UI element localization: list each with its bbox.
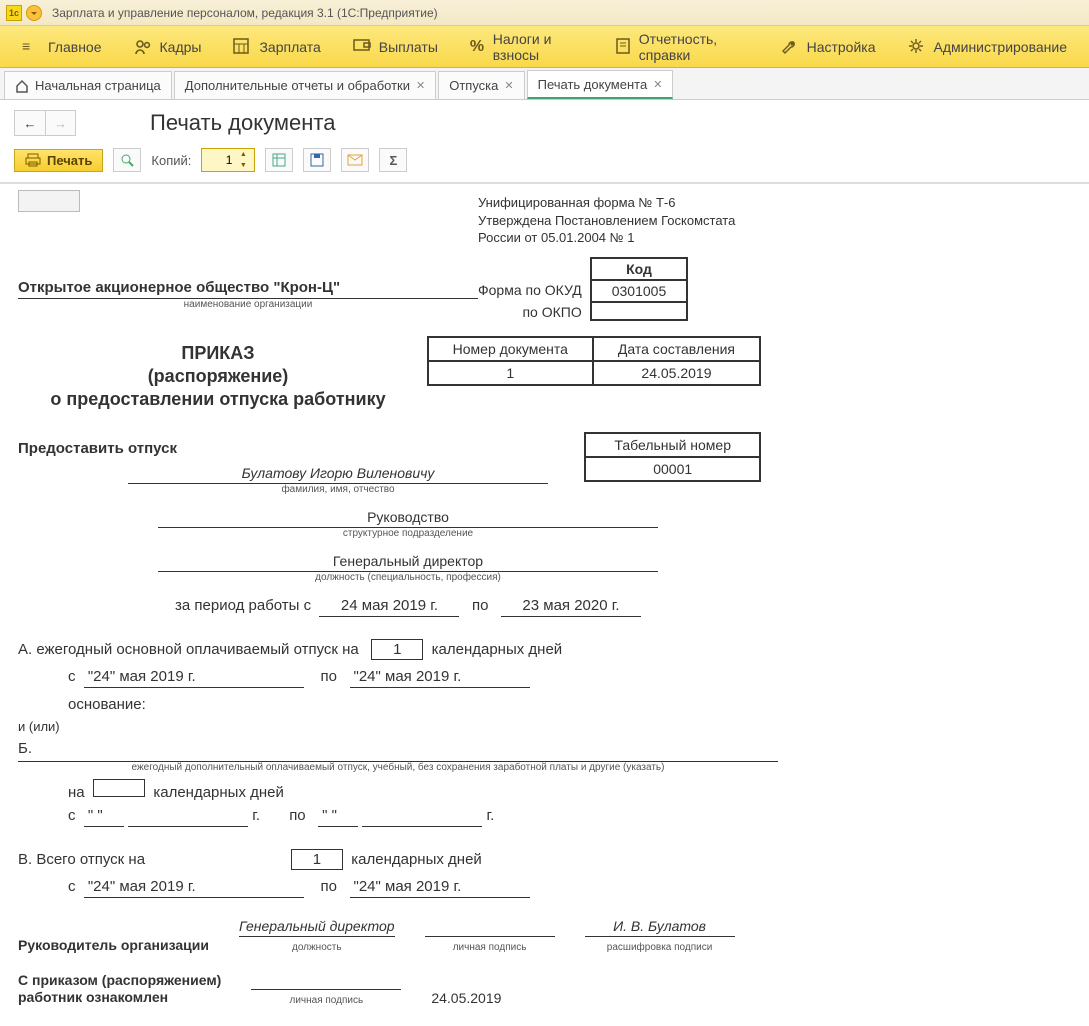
report-icon [615, 38, 631, 56]
close-icon[interactable]: ✕ [416, 79, 425, 92]
section-v: В. Всего отпуск на 1 календарных дней с … [18, 849, 1071, 898]
forward-button[interactable]: → [45, 111, 75, 135]
home-icon [15, 79, 29, 93]
menu-nastroika[interactable]: Настройка [765, 26, 892, 68]
calc-icon [233, 38, 251, 56]
spin-down-icon[interactable]: ▼ [236, 160, 250, 171]
print-button[interactable]: Печать [14, 149, 103, 172]
menu-kadry[interactable]: Кадры [118, 26, 218, 68]
menu-zarplata[interactable]: Зарплата [217, 26, 336, 68]
grant-label: Предоставить отпуск [18, 440, 1071, 457]
tab-bar: Начальная страница Дополнительные отчеты… [0, 68, 1089, 100]
menu-admin[interactable]: Администрирование [892, 26, 1084, 68]
section-b: Б. ежегодный дополнительный оплачиваемый… [18, 740, 1071, 827]
table-icon [272, 153, 286, 167]
tab-pechat[interactable]: Печать документа✕ [527, 70, 674, 99]
window-titlebar: 1c Зарплата и управление персоналом, ред… [0, 0, 1089, 26]
mail-button[interactable] [341, 148, 369, 172]
printer-icon [25, 153, 41, 167]
manager-signature: Руководитель организации Генеральный дир… [18, 918, 1071, 953]
save-button[interactable] [303, 148, 331, 172]
sheet-corner[interactable] [18, 190, 80, 212]
mail-icon [347, 154, 363, 166]
tab-home[interactable]: Начальная страница [4, 71, 172, 99]
people-icon [134, 38, 152, 56]
fio-line: Булатову Игорю Виленовичу фамилия, имя, … [18, 465, 658, 495]
page-title: Печать документа [150, 110, 335, 136]
dropdown-icon[interactable] [26, 5, 42, 21]
copies-spinner[interactable]: ▲▼ [201, 148, 255, 172]
wallet-icon [353, 38, 371, 56]
and-or: и (или) [18, 719, 1071, 734]
wrench-icon [781, 38, 799, 56]
logo-1c-icon: 1c [6, 5, 22, 21]
close-icon[interactable]: ✕ [504, 79, 513, 92]
form-standard: Унифицированная форма № Т-6 Утверждена П… [478, 194, 1071, 247]
nav-buttons: ← → [14, 110, 76, 136]
document-body: Унифицированная форма № Т-6 Утверждена П… [0, 184, 1089, 1026]
copies-label: Копий: [151, 153, 191, 168]
zoom-icon [120, 153, 134, 167]
menu-nalogi[interactable]: %Налоги и взносы [454, 26, 599, 68]
menu-otchetnost[interactable]: Отчетность, справки [599, 26, 765, 68]
employee-ack: С приказом (распоряжением)работник ознак… [18, 971, 1071, 1006]
print-toolbar: Печать Копий: ▲▼ Σ [0, 142, 1089, 182]
gear-icon [908, 38, 926, 56]
edit-button[interactable] [265, 148, 293, 172]
sigma-icon: Σ [389, 153, 397, 168]
percent-icon: % [470, 38, 485, 56]
sum-button[interactable]: Σ [379, 148, 407, 172]
back-button[interactable]: ← [15, 111, 45, 135]
order-title: ПРИКАЗ (распоряжение) о предоставлении о… [18, 342, 418, 412]
close-icon[interactable]: ✕ [653, 78, 662, 91]
period-line: за период работы с 24 мая 2019 г. по 23 … [18, 597, 798, 617]
menu-main[interactable]: ≡Главное [6, 26, 118, 68]
pos-line: Генеральный директор должность (специаль… [18, 553, 798, 583]
menu-vyplaty[interactable]: Выплаты [337, 26, 454, 68]
tab-reports[interactable]: Дополнительные отчеты и обработки✕ [174, 71, 436, 99]
preview-button[interactable] [113, 148, 141, 172]
spin-up-icon[interactable]: ▲ [236, 149, 250, 160]
section-a: А. ежегодный основной оплачиваемый отпус… [18, 639, 1071, 713]
doc-header: ← → Печать документа [0, 100, 1089, 142]
window-title: Зарплата и управление персоналом, редакц… [52, 6, 438, 20]
copies-input[interactable] [202, 153, 236, 167]
dept-line: Руководство структурное подразделение [18, 509, 798, 539]
menu-icon: ≡ [22, 38, 40, 56]
main-menu: ≡Главное Кадры Зарплата Выплаты %Налоги … [0, 26, 1089, 68]
save-icon [310, 153, 324, 167]
tab-otpuska[interactable]: Отпуска✕ [438, 71, 524, 99]
